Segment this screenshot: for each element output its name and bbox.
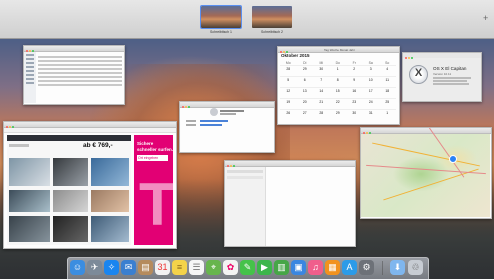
teaser-image-6[interactable]: [91, 190, 129, 212]
browser-toolbar: [4, 128, 176, 133]
contact-avatar: [210, 108, 218, 116]
calendar-window[interactable]: Tag Woche Monat Jahr Oktober 2015 Mo Di Mi…: [277, 46, 400, 125]
safari-icon[interactable]: ✧: [104, 260, 119, 275]
finder-window[interactable]: [23, 45, 125, 105]
teaser-image-2[interactable]: [53, 158, 88, 186]
spaces-bar: Schreibtisch 1 Schreibtisch 2 +: [0, 0, 494, 39]
numbers-icon[interactable]: ▥: [274, 260, 289, 275]
teaser-image-1[interactable]: [9, 158, 50, 186]
map-view[interactable]: [361, 128, 490, 217]
keynote-icon[interactable]: ▣: [291, 260, 306, 275]
notes-list: [225, 167, 266, 246]
space-label-1: Schreibtisch 1: [210, 30, 232, 34]
telekom-logo: T: [139, 171, 176, 238]
finder-titlebar: [24, 46, 124, 52]
reminders-icon[interactable]: ☰: [189, 260, 204, 275]
telekom-ad-banner[interactable]: Sichere schneller surfen. Ort eingeben T: [134, 135, 176, 245]
osx-logo-glyph: X: [414, 67, 423, 79]
facetime-icon[interactable]: ▶: [257, 260, 272, 275]
space-label-2: Schreibtisch 2: [261, 30, 283, 34]
photos-icon[interactable]: ✿: [223, 260, 238, 275]
finder-sidebar: [24, 52, 36, 103]
dock: ☺ ✈ ✧ ✉ ▤ 31 ≡ ☰ ⌖ ✿ ✎ ▶ ▥ ▣ ♫ ▦ A ⚙ ⬇ ♲: [67, 257, 429, 280]
calendar-month-grid: Mo Di Mi Do Fr Sa So 28 29 30 1 2 3 4 5 6 7 8 9 10 11 12 13…: [280, 60, 396, 124]
space-thumbnail-2[interactable]: [252, 6, 292, 28]
calendar-view-year[interactable]: Jahr: [349, 48, 355, 52]
itunes-icon[interactable]: ♫: [308, 260, 323, 275]
ad-headline-2: schneller surfen.: [137, 147, 174, 152]
calendar-week-3: 12 13 14 15 16 17 18: [280, 87, 396, 98]
calendar-week-4: 19 20 21 22 23 24 25: [280, 98, 396, 109]
contacts-titlebar: [180, 102, 274, 108]
map-pin-icon[interactable]: [449, 155, 457, 163]
desktop: Tag Woche Monat Jahr Oktober 2015 Mo Di Mi…: [0, 39, 494, 279]
contacts-icon[interactable]: ▤: [138, 260, 153, 275]
add-space-button[interactable]: +: [483, 14, 488, 23]
notes-window[interactable]: [224, 160, 356, 247]
maps-icon[interactable]: ⌖: [206, 260, 221, 275]
calendar-week-1: 28 29 30 1 2 3 4: [280, 65, 396, 76]
calendar-week-2: 5 6 7 8 9 10 11: [280, 76, 396, 87]
calendar-week-5: 26 27 28 29 30 31 1: [280, 109, 396, 120]
contacts-window[interactable]: [179, 101, 275, 153]
calendar-view-day[interactable]: Tag: [324, 48, 329, 52]
messages-icon[interactable]: ✎: [240, 260, 255, 275]
ad-location-input[interactable]: Ort eingeben: [137, 155, 168, 161]
trash-icon[interactable]: ♲: [408, 260, 423, 275]
calendar-month-title: Oktober 2015: [281, 53, 310, 58]
calendar-view-month[interactable]: Monat: [340, 48, 348, 52]
os-version: Version 10.11: [433, 72, 452, 76]
teaser-image-9[interactable]: [91, 216, 129, 242]
teaser-image-3[interactable]: [91, 158, 129, 186]
finder-icon[interactable]: ☺: [70, 260, 85, 275]
product-price[interactable]: ab € 769,-: [83, 142, 113, 149]
teaser-image-4[interactable]: [9, 190, 50, 212]
launchpad-icon[interactable]: ✈: [87, 260, 102, 275]
space-thumbnail-1[interactable]: [200, 5, 242, 29]
appstore-icon[interactable]: A: [342, 260, 357, 275]
system-preferences-icon[interactable]: ⚙: [359, 260, 374, 275]
teaser-image-8[interactable]: [53, 216, 88, 242]
teaser-image-5[interactable]: [53, 190, 88, 212]
calendar-view-buttons: Tag Woche Monat Jahr: [324, 48, 355, 52]
browser-page-content: ab € 769,-: [7, 135, 131, 245]
calendar-view-week[interactable]: Woche: [330, 48, 339, 52]
os-name: OS X El Capitan: [433, 66, 467, 71]
browser-window[interactable]: ab € 769,- Sichere schneller surfen. Ort…: [3, 121, 177, 249]
finder-file-list: [38, 54, 122, 88]
calendar-icon[interactable]: 31: [155, 260, 170, 275]
ad-headline-1: Sichere: [137, 141, 154, 146]
notes-icon[interactable]: ≡: [172, 260, 187, 275]
maps-window[interactable]: [360, 127, 492, 219]
about-titlebar: [403, 53, 481, 59]
dock-separator: [382, 261, 383, 275]
downloads-folder-icon[interactable]: ⬇: [390, 260, 405, 275]
about-this-mac-window[interactable]: X OS X El Capitan Version 10.11: [402, 52, 482, 102]
ibooks-icon[interactable]: ▦: [325, 260, 340, 275]
teaser-image-7[interactable]: [9, 216, 50, 242]
mail-icon[interactable]: ✉: [121, 260, 136, 275]
